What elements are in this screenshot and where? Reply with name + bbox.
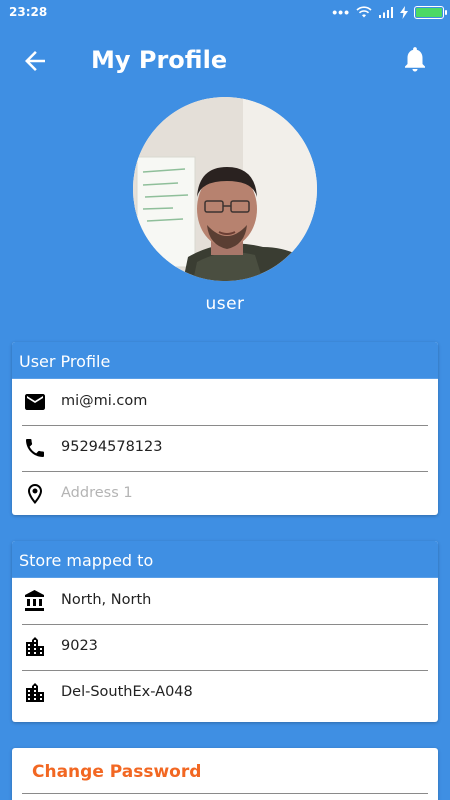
arrow-left-icon <box>25 51 45 71</box>
profile-photo <box>133 97 317 281</box>
email-value: mi@mi.com <box>61 393 148 409</box>
divider <box>22 793 428 794</box>
change-password-link[interactable]: Change Password <box>32 762 201 782</box>
charging-icon <box>400 5 408 19</box>
city-icon <box>26 637 44 656</box>
store-card: Store mapped to North, North 9023 Del-So… <box>12 541 438 722</box>
city-icon <box>26 683 44 702</box>
phone-row: 95294578123 <box>12 425 438 471</box>
status-time: 23:28 <box>9 5 48 19</box>
user-profile-card: User Profile mi@mi.com 95294578123 Addre… <box>12 342 438 515</box>
region-value: North, North <box>61 592 152 608</box>
location-pin-icon <box>28 484 42 504</box>
store-code-value: 9023 <box>61 638 98 654</box>
region-row: North, North <box>12 578 438 624</box>
status-icons: ••• <box>332 4 447 20</box>
notification-button[interactable] <box>400 44 430 74</box>
app-bar: My Profile <box>0 24 450 98</box>
email-row: mi@mi.com <box>12 379 438 425</box>
phone-icon <box>26 439 44 457</box>
avatar[interactable] <box>133 97 317 281</box>
store-name-row: Del-SouthEx-A048 <box>12 670 438 716</box>
more-dots-icon: ••• <box>332 4 350 20</box>
battery-icon <box>414 5 447 19</box>
signal-icon <box>379 7 393 18</box>
bell-icon <box>405 47 425 72</box>
email-icon <box>25 394 45 410</box>
bank-icon <box>25 590 44 611</box>
store-code-row: 9023 <box>12 624 438 670</box>
back-button[interactable] <box>20 46 50 76</box>
user-name: user <box>205 294 245 314</box>
user-profile-header: User Profile <box>12 342 438 379</box>
store-name-value: Del-SouthEx-A048 <box>61 684 193 700</box>
change-password-card: Change Password <box>12 748 438 800</box>
store-header: Store mapped to <box>12 541 438 578</box>
status-bar: 23:28 ••• <box>0 0 450 24</box>
page-title: My Profile <box>91 46 228 74</box>
wifi-icon <box>356 6 372 18</box>
address-field[interactable]: Address 1 <box>61 485 133 501</box>
address-row[interactable]: Address 1 <box>12 471 438 515</box>
phone-value: 95294578123 <box>61 439 163 455</box>
